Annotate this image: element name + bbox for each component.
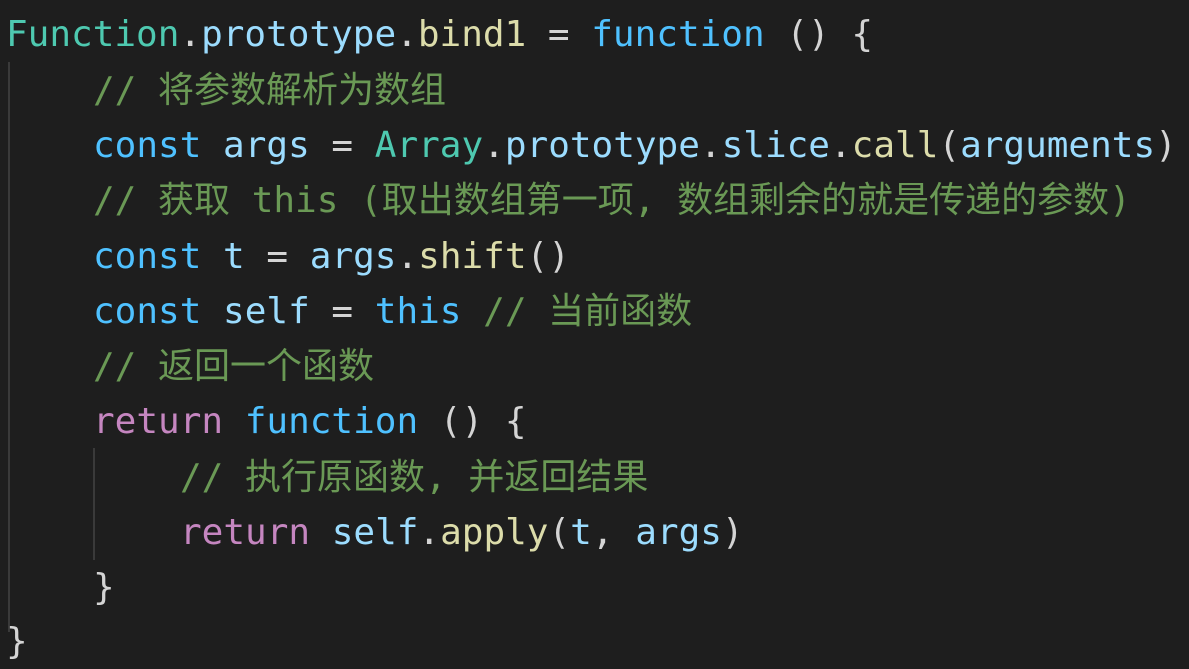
token-arguments: arguments	[960, 125, 1156, 166]
code-line-5: const t = args.shift()	[93, 229, 570, 284]
comment: // 当前函数	[461, 291, 693, 332]
code-line-10: return self.apply(t, args)	[180, 505, 744, 560]
token-paren-open: (	[548, 512, 571, 553]
token-assign: =	[526, 14, 592, 55]
token-shift: shift	[418, 236, 527, 277]
token-assign: =	[309, 125, 375, 166]
token-params-brace: () {	[764, 14, 874, 55]
token-paren-close: )	[1155, 125, 1177, 166]
code-editor[interactable]: Function.prototype.bind1 = function () {…	[0, 0, 1189, 669]
token-assign: =	[244, 236, 310, 277]
token-apply: apply	[440, 512, 549, 553]
code-line-7: // 返回一个函数	[93, 339, 374, 394]
token-params-brace: () {	[418, 401, 527, 442]
comment: // 将参数解析为数组	[93, 70, 447, 111]
token-paren-close: )	[721, 512, 744, 553]
token-close-brace: }	[6, 621, 28, 662]
token-bind1: bind1	[417, 14, 527, 55]
token-array: Array	[374, 125, 484, 166]
token-dot: .	[699, 125, 722, 166]
token-assign: =	[309, 291, 375, 332]
indent-guide-outer	[8, 62, 10, 632]
code-line-9: // 执行原函数, 并返回结果	[180, 450, 648, 505]
token-args: args	[201, 125, 310, 166]
code-line-11: }	[93, 560, 115, 615]
token-dot: .	[829, 125, 852, 166]
token-args: args	[635, 512, 722, 553]
token-parens: ()	[526, 236, 570, 277]
code-line-2: // 将参数解析为数组	[93, 63, 446, 118]
token-self: self	[310, 512, 419, 553]
code-line-6: const self = this // 当前函数	[93, 284, 692, 339]
token-slice: slice	[721, 125, 830, 166]
token-dot: .	[418, 512, 441, 553]
token-this: this	[374, 291, 462, 332]
token-dot: .	[396, 236, 419, 277]
token-paren-open: (	[938, 125, 961, 166]
code-line-12: }	[6, 614, 28, 669]
token-function-obj: Function	[6, 14, 180, 55]
indent-guide-inner	[93, 448, 95, 560]
token-dot: .	[396, 14, 418, 55]
token-close-brace: }	[93, 567, 115, 608]
token-self: self	[201, 291, 310, 332]
token-t: t	[570, 512, 592, 553]
code-line-8: return function () {	[93, 394, 527, 449]
token-prototype: prototype	[504, 125, 700, 166]
token-call: call	[851, 125, 939, 166]
token-function-keyword: function	[223, 401, 419, 442]
comment: // 执行原函数, 并返回结果	[180, 457, 649, 498]
token-return: return	[180, 512, 311, 553]
token-t: t	[201, 236, 245, 277]
code-line-1: Function.prototype.bind1 = function () {	[6, 7, 873, 62]
token-dot: .	[483, 125, 505, 166]
token-comma: ,	[591, 512, 636, 553]
comment: // 获取 this (取出数组第一项, 数组剩余的就是传递的参数)	[93, 180, 1131, 221]
code-line-4: // 获取 this (取出数组第一项, 数组剩余的就是传递的参数)	[93, 173, 1131, 228]
token-const: const	[93, 125, 202, 166]
token-const: const	[93, 291, 202, 332]
token-args: args	[309, 236, 397, 277]
token-const: const	[93, 236, 202, 277]
code-line-3: const args = Array.prototype.slice.call(…	[93, 118, 1177, 173]
token-dot: .	[179, 14, 202, 55]
token-function-keyword: function	[591, 14, 765, 55]
comment: // 返回一个函数	[93, 346, 375, 387]
token-return: return	[93, 401, 224, 442]
token-prototype: prototype	[201, 14, 397, 55]
